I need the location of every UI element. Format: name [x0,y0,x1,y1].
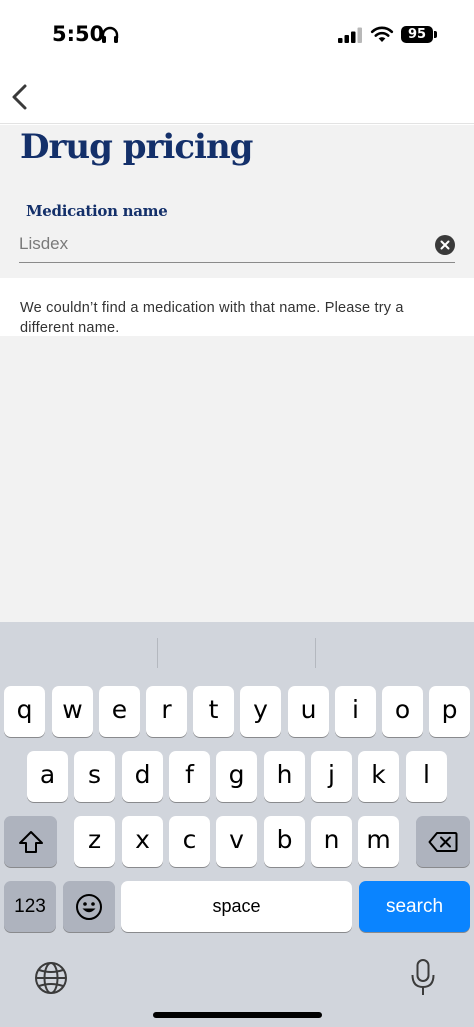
headphones-icon [101,26,119,43]
key-t[interactable]: t [193,686,234,737]
keyboard: q w e r t y u i o p a s d f g h j k l z … [0,622,474,1027]
predict-divider [315,638,316,668]
main-content: Drug pricing Medication name We couldn’t… [0,125,474,622]
page-title: Drug pricing [20,127,253,167]
key-k[interactable]: k [358,751,399,802]
medication-name-input[interactable] [19,231,419,257]
medication-field [19,227,455,263]
shift-icon [18,830,43,853]
numbers-key[interactable]: 123 [4,881,56,932]
wifi-icon [370,26,394,42]
error-message-panel: We couldn’t find a medication with that … [0,278,474,336]
key-x[interactable]: x [122,816,163,867]
back-button[interactable] [6,80,36,114]
battery-indicator: 95 [401,26,433,43]
space-key[interactable]: space [121,881,352,932]
emoji-key[interactable] [63,881,115,932]
key-j[interactable]: j [311,751,352,802]
key-n[interactable]: n [311,816,352,867]
key-m[interactable]: m [358,816,399,867]
status-bar: 5:50 95 [0,0,474,70]
key-h[interactable]: h [264,751,305,802]
battery-nub [434,31,437,38]
shift-key[interactable] [4,816,57,867]
delete-key[interactable] [416,816,470,867]
key-g[interactable]: g [216,751,257,802]
key-r[interactable]: r [146,686,187,737]
field-label: Medication name [26,202,168,220]
key-l[interactable]: l [406,751,447,802]
key-w[interactable]: w [52,686,93,737]
key-y[interactable]: y [240,686,281,737]
key-a[interactable]: a [27,751,68,802]
key-o[interactable]: o [382,686,423,737]
key-b[interactable]: b [264,816,305,867]
emoji-icon [76,893,102,920]
predict-divider [157,638,158,668]
error-message: We couldn’t find a medication with that … [20,300,404,336]
key-q[interactable]: q [4,686,45,737]
cellular-signal-icon [338,27,362,43]
nav-bar [0,70,474,124]
status-time: 5:50 [52,22,105,46]
key-c[interactable]: c [169,816,210,867]
search-key[interactable]: search [359,881,470,932]
predictive-text-bar [0,622,474,678]
globe-icon[interactable] [33,960,69,996]
search-form: Drug pricing Medication name [0,125,474,278]
home-indicator [153,1012,322,1018]
key-p[interactable]: p [429,686,470,737]
key-u[interactable]: u [288,686,329,737]
key-v[interactable]: v [216,816,257,867]
key-e[interactable]: e [99,686,140,737]
key-f[interactable]: f [169,751,210,802]
clear-button[interactable] [435,235,455,255]
key-i[interactable]: i [335,686,376,737]
backspace-icon [428,831,458,852]
key-z[interactable]: z [74,816,115,867]
microphone-icon[interactable] [409,958,437,998]
key-d[interactable]: d [122,751,163,802]
clear-icon [440,240,450,250]
key-s[interactable]: s [74,751,115,802]
